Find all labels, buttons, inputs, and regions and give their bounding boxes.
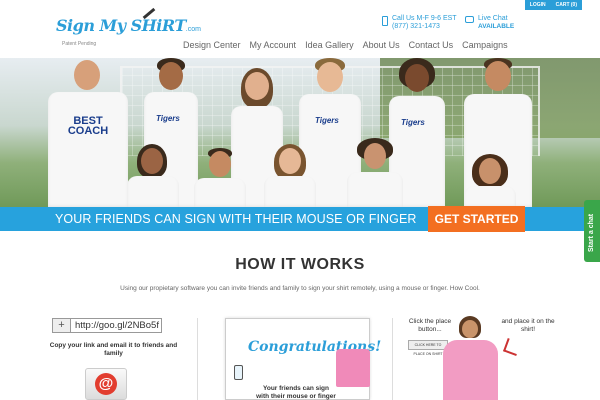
- step-divider: [197, 318, 198, 400]
- step-divider: [392, 318, 393, 400]
- at-sign-icon: @: [95, 373, 117, 395]
- share-url-field[interactable]: + http://goo.gl/2NBo5f: [52, 318, 162, 333]
- site-logo[interactable]: Sign My SHiRT.com Patent Pending: [56, 7, 201, 54]
- how-it-works-title: HOW IT WORKS: [235, 256, 365, 273]
- nav-about-us[interactable]: About Us: [363, 40, 400, 50]
- place-on-shirt-button[interactable]: CLICK HERE TO PLACE ON SHIRT: [408, 340, 448, 356]
- nav-contact-us[interactable]: Contact Us: [409, 40, 454, 50]
- main-nav: Design Center My Account Idea Gallery Ab…: [183, 40, 517, 50]
- nav-design-center[interactable]: Design Center: [183, 40, 241, 50]
- logo-suffix: .com: [185, 26, 201, 33]
- call-hours: Call Us M-F 9-6 EST: [392, 15, 457, 22]
- hero-person: [125, 144, 181, 208]
- logo-subtitle: Patent Pending: [62, 41, 97, 47]
- call-number[interactable]: (877) 321-1473: [392, 23, 457, 31]
- step3-left-caption: Click the place button...: [408, 318, 452, 333]
- team-shirt-text: Tigers: [156, 114, 180, 123]
- call-us: Call Us M-F 9-6 EST (877) 321-1473: [382, 15, 457, 31]
- hero-photo: BEST COACH Tigers Tigers Tigers: [0, 58, 600, 208]
- hero-person: [262, 144, 318, 208]
- arrow-icon: [503, 338, 521, 356]
- live-chat[interactable]: Live Chat AVAILABLE: [465, 15, 514, 31]
- cart-link[interactable]: CART (0): [551, 0, 582, 10]
- logo-text: Sign My SHiRT: [56, 16, 186, 35]
- team-shirt-text: Tigers: [401, 118, 425, 127]
- hero-person: [345, 138, 405, 208]
- share-url-text: http://goo.gl/2NBo5f: [75, 320, 159, 331]
- phone-icon: [234, 365, 243, 380]
- how-it-works-subtitle: Using our propietary software you can in…: [120, 285, 480, 292]
- hero-person-coach: BEST COACH: [48, 58, 128, 208]
- plus-icon[interactable]: +: [53, 319, 71, 332]
- login-link[interactable]: LOGIN: [525, 0, 551, 10]
- page: Sign My SHiRT.com Patent Pending LOGIN C…: [0, 0, 600, 400]
- account-topbar: LOGIN CART (0): [524, 0, 582, 10]
- start-chat-tab[interactable]: Start a chat: [584, 200, 600, 262]
- hero-person: [192, 148, 248, 208]
- nav-idea-gallery[interactable]: Idea Gallery: [305, 40, 354, 50]
- phone-icon: [382, 16, 388, 26]
- nav-my-account[interactable]: My Account: [250, 40, 297, 50]
- start-chat-label: Start a chat: [588, 213, 595, 252]
- step1-caption: Copy your link and email it to friends a…: [49, 342, 178, 357]
- live-chat-status: AVAILABLE: [478, 23, 515, 30]
- model-head: [462, 320, 478, 338]
- site-header: Sign My SHiRT.com Patent Pending LOGIN C…: [0, 0, 600, 58]
- email-icon: @: [85, 368, 127, 400]
- team-shirt-text: Tigers: [315, 116, 339, 125]
- chat-bubble-icon: [465, 16, 474, 23]
- pink-tshirt-image: [336, 349, 370, 387]
- hero-person: [462, 154, 518, 208]
- banner-headline: YOUR FRIENDS CAN SIGN WITH THEIR MOUSE O…: [55, 212, 417, 226]
- live-chat-label: Live Chat: [478, 15, 508, 22]
- signing-card: Congratulations! Your friends can sign w…: [225, 318, 381, 400]
- nav-campaigns[interactable]: Campaigns: [462, 40, 508, 50]
- coach-shirt-text: BEST COACH: [67, 115, 109, 137]
- step2-caption: Your friends can sign with their mouse o…: [256, 385, 336, 400]
- model-shirt-image: [443, 340, 498, 400]
- get-started-button[interactable]: GET STARTED: [428, 206, 525, 232]
- step3-right-caption: and place it on the shirt!: [501, 318, 555, 333]
